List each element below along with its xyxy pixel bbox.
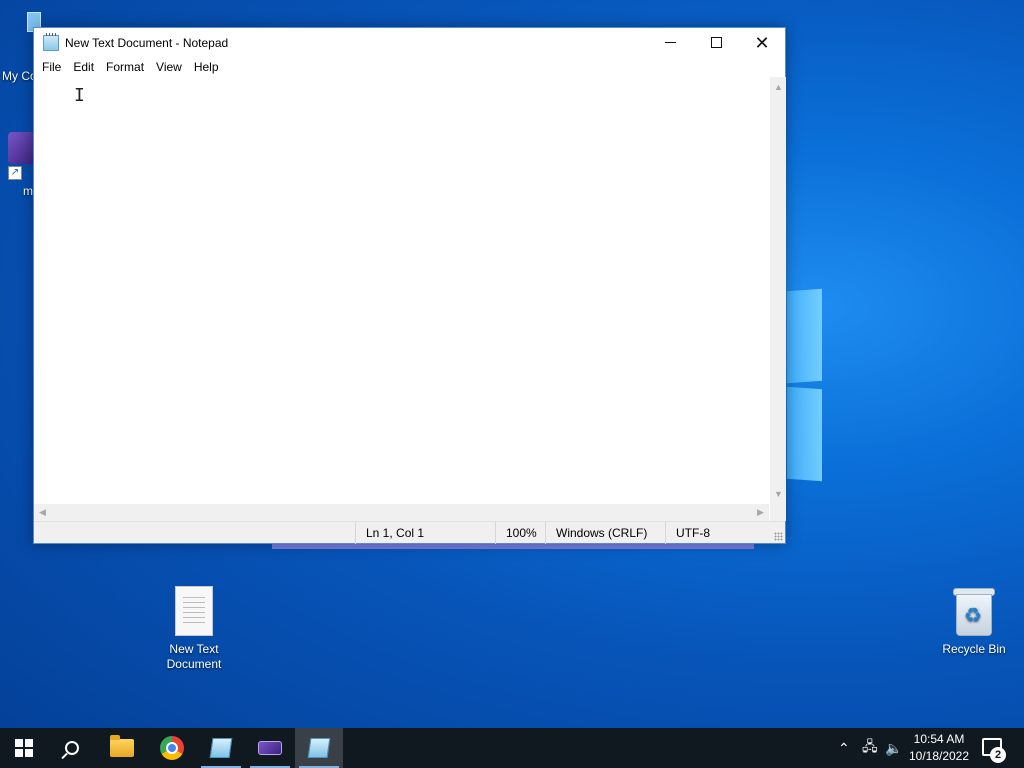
title-bar[interactable]: New Text Document - Notepad ✕: [34, 28, 785, 57]
minimize-icon: [664, 42, 676, 43]
clock-date: 10/18/2022: [908, 749, 970, 763]
status-cursor-position: Ln 1, Col 1: [355, 522, 495, 544]
volume-icon[interactable]: 🔈: [885, 728, 902, 768]
text-document-icon: [175, 586, 213, 636]
text-editor-area[interactable]: [34, 77, 769, 504]
menu-file[interactable]: File: [36, 60, 67, 74]
taskbar-notepad-pinned[interactable]: [197, 728, 245, 768]
chrome-icon: [160, 736, 184, 760]
shortcut-arrow-icon: ↗: [8, 166, 22, 180]
menu-help[interactable]: Help: [188, 60, 225, 74]
text-cursor-icon: I: [74, 85, 85, 106]
my-computer-label: My Co: [2, 69, 37, 83]
taskbar: ⌃ 🖧 🔈 10:54 AM 10/18/2022 2: [0, 728, 1024, 768]
horizontal-scrollbar[interactable]: ◀ ▶: [34, 504, 769, 521]
scrollbar-corner: [770, 504, 786, 521]
notepad-icon: [43, 32, 59, 51]
taskbar-chrome[interactable]: [148, 728, 196, 768]
taskbar-file-explorer[interactable]: [98, 728, 146, 768]
resize-grip-icon[interactable]: [774, 532, 783, 541]
recycle-bin-icon: ♻: [952, 586, 996, 636]
scroll-left-icon[interactable]: ◀: [39, 508, 46, 517]
menu-view[interactable]: View: [150, 60, 188, 74]
maximize-icon: [710, 37, 722, 48]
app-shortcut-icon[interactable]: [8, 132, 34, 164]
folder-icon: [110, 735, 134, 757]
search-button[interactable]: [48, 728, 96, 768]
close-button[interactable]: ✕: [739, 28, 785, 57]
scroll-right-icon[interactable]: ▶: [757, 508, 764, 517]
system-clock[interactable]: 10:54 AM 10/18/2022: [905, 731, 973, 765]
clock-time: 10:54 AM: [913, 732, 965, 746]
vertical-scrollbar[interactable]: ▲ ▼: [770, 77, 786, 504]
wallpaper-beam: [787, 288, 822, 384]
desktop-icon-label: Recycle Bin: [942, 642, 1006, 656]
scroll-up-icon[interactable]: ▲: [774, 83, 783, 92]
notification-count-badge: 2: [990, 747, 1006, 763]
start-button[interactable]: [0, 728, 48, 768]
window-title: New Text Document - Notepad: [65, 35, 229, 50]
menu-format[interactable]: Format: [100, 60, 150, 74]
chevron-up-icon: ⌃: [838, 739, 850, 756]
scroll-down-icon[interactable]: ▼: [774, 490, 783, 499]
taskbar-video-app[interactable]: [246, 728, 294, 768]
maximize-button[interactable]: [693, 28, 739, 57]
windows-logo-icon: [15, 739, 33, 757]
status-bar: Ln 1, Col 1 100% Windows (CRLF) UTF-8: [34, 521, 785, 544]
wallpaper-beam: [787, 386, 822, 482]
desktop-icon-recycle-bin[interactable]: ♻ Recycle Bin: [934, 586, 1014, 657]
notepad-window: New Text Document - Notepad ✕ File Edit …: [33, 27, 786, 544]
minimize-button[interactable]: [647, 28, 693, 57]
desktop-icon-new-text-document[interactable]: New Text Document: [154, 586, 234, 672]
notepad-icon: [209, 738, 233, 758]
video-app-icon: [258, 741, 282, 755]
show-hidden-icons-button[interactable]: ⌃: [838, 728, 850, 768]
notepad-icon: [307, 738, 331, 758]
status-encoding: UTF-8: [665, 522, 775, 544]
network-icon[interactable]: 🖧: [862, 728, 878, 768]
status-zoom: 100%: [495, 522, 545, 544]
taskbar-notepad-active[interactable]: [295, 728, 343, 768]
search-icon: [65, 741, 79, 755]
desktop-icon-label: New Text Document: [166, 642, 222, 671]
menu-bar: File Edit Format View Help: [34, 57, 785, 77]
menu-edit[interactable]: Edit: [67, 60, 100, 74]
status-line-endings: Windows (CRLF): [545, 522, 665, 544]
app-shortcut-label: m: [23, 184, 33, 198]
close-icon: ✕: [754, 32, 770, 53]
